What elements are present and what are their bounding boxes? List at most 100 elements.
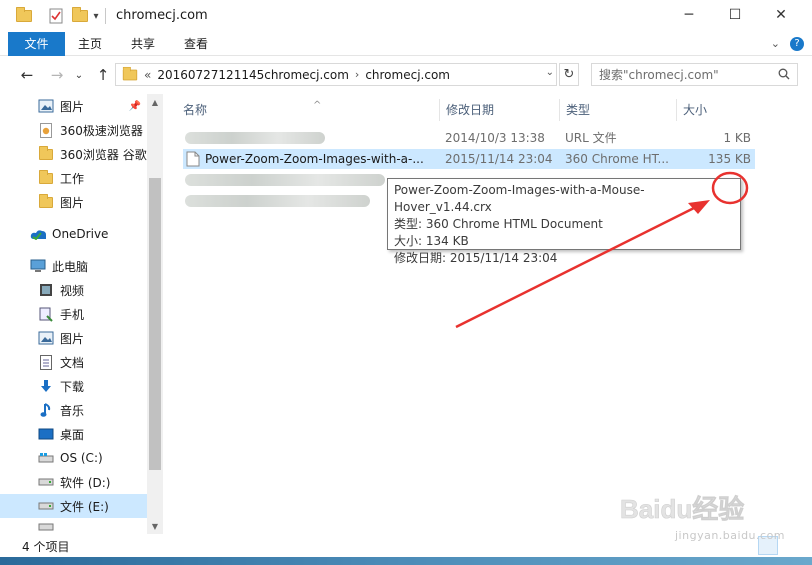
nav-item-work[interactable]: 工作 xyxy=(0,166,147,190)
file-date: 2014/10/3 13:38 xyxy=(445,131,545,145)
tab-file[interactable]: 文件 xyxy=(8,32,65,56)
nav-item-label: 图片 xyxy=(60,195,85,210)
tab-view[interactable]: 查看 xyxy=(173,32,219,56)
nav-item-label: 图片 xyxy=(60,331,85,346)
title-separator xyxy=(105,8,106,24)
nav-scrollbar[interactable]: ▲ ▼ xyxy=(147,94,163,534)
desktop-background-strip xyxy=(0,557,812,565)
maximize-button[interactable]: ☐ xyxy=(712,0,758,30)
nav-item-label: 此电脑 xyxy=(52,259,89,274)
nav-item-downloads[interactable]: 下载 xyxy=(0,374,147,398)
drive-icon xyxy=(38,520,54,534)
breadcrumb-item[interactable]: 20160727121145chromecj.com xyxy=(157,68,349,82)
window-title: chromecj.com xyxy=(116,8,208,23)
recent-locations-button[interactable]: ⌄ xyxy=(72,66,86,84)
nav-item-360-browser-google[interactable]: 360浏览器 谷歌 xyxy=(0,142,147,166)
downloads-icon xyxy=(38,378,54,394)
search-icon[interactable] xyxy=(778,68,790,80)
pin-icon[interactable]: 📌 xyxy=(129,101,141,112)
breadcrumb-separator[interactable]: › xyxy=(355,68,359,81)
properties-icon[interactable] xyxy=(46,6,66,26)
baidu-watermark-logo: Baidu经验 xyxy=(620,494,745,525)
nav-item-this-pc[interactable]: 此电脑 xyxy=(0,254,147,278)
nav-item-pictures[interactable]: 图片 xyxy=(0,326,147,350)
column-header-type[interactable]: 类型 xyxy=(560,99,677,121)
watermark-url: jingyan.baidu.com xyxy=(675,529,786,542)
customize-toolbar-icon[interactable]: ▾ xyxy=(88,6,104,26)
drive-icon xyxy=(38,498,54,514)
scroll-down-icon[interactable]: ▼ xyxy=(147,518,163,534)
nav-item-label: 音乐 xyxy=(60,403,85,418)
pictures-icon xyxy=(38,330,54,346)
document-icon xyxy=(186,151,200,167)
nav-item-partial[interactable] xyxy=(0,520,147,534)
sort-ascending-icon: ^ xyxy=(313,100,322,111)
address-bar[interactable]: « 20160727121145chromecj.com › chromecj.… xyxy=(115,63,557,86)
nav-item-pictures-quick[interactable]: 图片 📌 xyxy=(0,94,147,118)
tab-share[interactable]: 共享 xyxy=(120,32,166,56)
scroll-thumb[interactable] xyxy=(149,178,161,470)
breadcrumb-overflow[interactable]: « xyxy=(144,68,151,82)
expand-ribbon-icon[interactable]: ⌄ xyxy=(771,37,780,51)
music-icon xyxy=(38,402,54,418)
back-button[interactable]: ← xyxy=(16,66,38,84)
column-header-date[interactable]: 修改日期 xyxy=(440,99,560,121)
tooltip-modified: 修改日期: 2015/11/14 23:04 xyxy=(394,251,558,265)
nav-item-label: 下载 xyxy=(60,379,85,394)
scroll-up-icon[interactable]: ▲ xyxy=(147,94,163,110)
address-dropdown-icon[interactable]: ⌄ xyxy=(546,67,554,78)
file-size: 1 KB xyxy=(723,131,751,145)
pictures-icon xyxy=(38,98,54,114)
nav-item-label: 360浏览器 谷歌 xyxy=(60,147,147,162)
file-size: 135 KB xyxy=(708,152,751,166)
address-row: ← → ⌄ ↑ « 20160727121145chromecj.com › c… xyxy=(0,56,812,94)
file-date: 2015/11/14 23:04 xyxy=(445,152,553,166)
tooltip-type: 类型: 360 Chrome HTML Document xyxy=(394,217,603,231)
nav-item-music[interactable]: 音乐 xyxy=(0,398,147,422)
tab-home[interactable]: 主页 xyxy=(67,32,113,56)
folder-icon xyxy=(38,169,54,186)
minimize-button[interactable]: ─ xyxy=(666,0,712,30)
nav-item-drive-d[interactable]: 软件 (D:) xyxy=(0,470,147,494)
computer-icon xyxy=(30,258,46,274)
folder-icon xyxy=(122,66,138,80)
file-row[interactable]: 2014/10/3 13:38 URL 文件 1 KB xyxy=(183,128,755,148)
close-button[interactable]: ✕ xyxy=(758,0,804,30)
nav-item-label: 桌面 xyxy=(60,427,85,442)
help-icon[interactable]: ? xyxy=(790,37,804,51)
column-header-size[interactable]: 大小 xyxy=(677,99,759,121)
folder-icon xyxy=(38,145,54,162)
column-header-label: 名称 xyxy=(183,103,208,117)
search-input[interactable]: 搜索"chromecj.com" xyxy=(591,63,798,86)
new-folder-icon[interactable] xyxy=(70,6,90,26)
nav-item-label: 文档 xyxy=(60,355,85,370)
file-type: URL 文件 xyxy=(565,131,617,145)
forward-button[interactable]: → xyxy=(46,66,68,84)
refresh-button[interactable]: ↻ xyxy=(559,63,579,86)
videos-icon xyxy=(38,282,54,298)
navigation-pane: 图片 📌 360极速浏览器 360浏览器 谷歌 工作 图片 OneDrive 此… xyxy=(0,94,147,534)
file-name: Power-Zoom-Zoom-Images-with-a-... xyxy=(205,152,424,166)
drive-icon xyxy=(38,474,54,490)
up-button[interactable]: ↑ xyxy=(92,66,114,84)
nav-item-360-browser-file[interactable]: 360极速浏览器 xyxy=(0,118,147,142)
breadcrumb-item[interactable]: chromecj.com xyxy=(365,68,450,82)
nav-item-phone[interactable]: 手机 xyxy=(0,302,147,326)
folder-icon xyxy=(14,6,34,26)
file-type: 360 Chrome HT... xyxy=(565,152,669,166)
file-name xyxy=(205,128,445,148)
nav-item-label: 图片 xyxy=(60,99,85,114)
nav-item-videos[interactable]: 视频 xyxy=(0,278,147,302)
nav-item-drive-e[interactable]: 文件 (E:) xyxy=(0,494,147,518)
column-header-name[interactable]: 名称 ^ xyxy=(177,99,440,121)
nav-item-drive-c[interactable]: OS (C:) xyxy=(0,446,147,470)
app-file-icon xyxy=(38,122,54,138)
phone-icon xyxy=(38,306,54,322)
nav-item-documents[interactable]: 文档 xyxy=(0,350,147,374)
file-row-selected[interactable]: Power-Zoom-Zoom-Images-with-a-... 2015/1… xyxy=(183,149,755,169)
nav-item-onedrive[interactable]: OneDrive xyxy=(0,222,147,246)
nav-item-desktop[interactable]: 桌面 xyxy=(0,422,147,446)
ribbon-tabs: 文件 主页 共享 查看 ⌄ ? xyxy=(0,32,812,56)
nav-item-label: OneDrive xyxy=(52,227,109,241)
nav-item-pictures-folder[interactable]: 图片 xyxy=(0,190,147,214)
